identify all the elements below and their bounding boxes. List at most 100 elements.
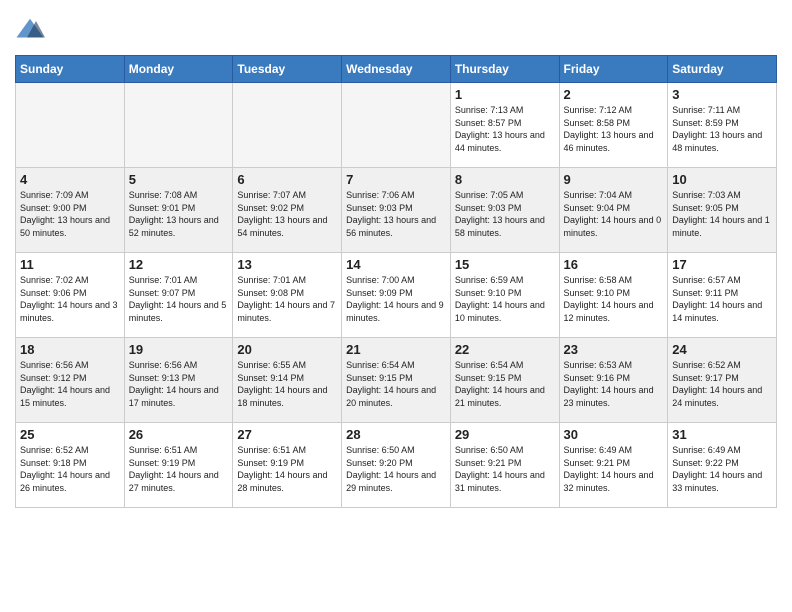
day-info: Sunrise: 6:49 AMSunset: 9:21 PMDaylight:… [564,444,664,494]
day-number: 31 [672,427,772,442]
day-info: Sunrise: 7:01 AMSunset: 9:08 PMDaylight:… [237,274,337,324]
day-info: Sunrise: 6:59 AMSunset: 9:10 PMDaylight:… [455,274,555,324]
day-info: Sunrise: 6:56 AMSunset: 9:12 PMDaylight:… [20,359,120,409]
calendar-cell: 15 Sunrise: 6:59 AMSunset: 9:10 PMDayligh… [450,253,559,338]
day-info: Sunrise: 7:09 AMSunset: 9:00 PMDaylight:… [20,189,120,239]
calendar-cell: 4 Sunrise: 7:09 AMSunset: 9:00 PMDaylight… [16,168,125,253]
day-info: Sunrise: 7:06 AMSunset: 9:03 PMDaylight:… [346,189,446,239]
calendar-cell: 6 Sunrise: 7:07 AMSunset: 9:02 PMDaylight… [233,168,342,253]
day-number: 7 [346,172,446,187]
calendar-cell: 11 Sunrise: 7:02 AMSunset: 9:06 PMDayligh… [16,253,125,338]
day-number: 27 [237,427,337,442]
calendar-cell: 23Sunrise: 6:53 AMSunset: 9:16 PMDayligh… [559,338,668,423]
calendar-cell: 19 Sunrise: 6:56 AMSunset: 9:13 PMDayligh… [124,338,233,423]
calendar-header-row: SundayMondayTuesdayWednesdayThursdayFrid… [16,56,777,83]
calendar-cell: 27 Sunrise: 6:51 AMSunset: 9:19 PMDayligh… [233,423,342,508]
day-number: 9 [564,172,664,187]
calendar-cell: 3 Sunrise: 7:11 AMSunset: 8:59 PMDaylight… [668,83,777,168]
day-number: 18 [20,342,120,357]
calendar-cell: 1 Sunrise: 7:13 AMSunset: 8:57 PMDaylight… [450,83,559,168]
day-info: Sunrise: 6:56 AMSunset: 9:13 PMDaylight:… [129,359,229,409]
day-header-monday: Monday [124,56,233,83]
day-info: Sunrise: 7:07 AMSunset: 9:02 PMDaylight:… [237,189,337,239]
day-info: Sunrise: 6:50 AMSunset: 9:21 PMDaylight:… [455,444,555,494]
day-number: 16 [564,257,664,272]
day-number: 20 [237,342,337,357]
day-number: 2 [564,87,664,102]
day-info: Sunrise: 6:53 AMSunset: 9:16 PMDaylight:… [564,359,664,409]
day-info: Sunrise: 7:04 AMSunset: 9:04 PMDaylight:… [564,189,664,239]
calendar-cell: 9 Sunrise: 7:04 AMSunset: 9:04 PMDaylight… [559,168,668,253]
day-number: 3 [672,87,772,102]
calendar-cell: 22 Sunrise: 6:54 AMSunset: 9:15 PMDayligh… [450,338,559,423]
calendar-cell: 16 Sunrise: 6:58 AMSunset: 9:10 PMDayligh… [559,253,668,338]
calendar-cell: 29 Sunrise: 6:50 AMSunset: 9:21 PMDayligh… [450,423,559,508]
day-info: Sunrise: 6:57 AMSunset: 9:11 PMDaylight:… [672,274,772,324]
calendar-cell: 2Sunrise: 7:12 AMSunset: 8:58 PMDaylight… [559,83,668,168]
day-info: Sunrise: 6:58 AMSunset: 9:10 PMDaylight:… [564,274,664,324]
calendar-week-2: 4 Sunrise: 7:09 AMSunset: 9:00 PMDaylight… [16,168,777,253]
day-header-wednesday: Wednesday [342,56,451,83]
day-number: 29 [455,427,555,442]
day-info: Sunrise: 6:51 AMSunset: 9:19 PMDaylight:… [129,444,229,494]
day-info: Sunrise: 7:11 AMSunset: 8:59 PMDaylight:… [672,104,772,154]
day-number: 25 [20,427,120,442]
calendar-cell: 30 Sunrise: 6:49 AMSunset: 9:21 PMDayligh… [559,423,668,508]
day-info: Sunrise: 6:51 AMSunset: 9:19 PMDaylight:… [237,444,337,494]
calendar-cell: 25 Sunrise: 6:52 AMSunset: 9:18 PMDayligh… [16,423,125,508]
calendar-cell [342,83,451,168]
day-number: 11 [20,257,120,272]
calendar-cell: 24Sunrise: 6:52 AMSunset: 9:17 PMDayligh… [668,338,777,423]
day-info: Sunrise: 6:55 AMSunset: 9:14 PMDaylight:… [237,359,337,409]
day-number: 19 [129,342,229,357]
calendar-cell: 18 Sunrise: 6:56 AMSunset: 9:12 PMDayligh… [16,338,125,423]
calendar-cell: 8 Sunrise: 7:05 AMSunset: 9:03 PMDaylight… [450,168,559,253]
day-info: Sunrise: 6:50 AMSunset: 9:20 PMDaylight:… [346,444,446,494]
calendar-cell: 14Sunrise: 7:00 AMSunset: 9:09 PMDayligh… [342,253,451,338]
calendar-cell [124,83,233,168]
day-number: 17 [672,257,772,272]
day-header-thursday: Thursday [450,56,559,83]
day-number: 4 [20,172,120,187]
calendar-cell: 10Sunrise: 7:03 AMSunset: 9:05 PMDayligh… [668,168,777,253]
logo [15,15,50,45]
day-header-sunday: Sunday [16,56,125,83]
calendar-week-1: 1 Sunrise: 7:13 AMSunset: 8:57 PMDaylight… [16,83,777,168]
calendar-cell: 12Sunrise: 7:01 AMSunset: 9:07 PMDayligh… [124,253,233,338]
calendar-week-5: 25 Sunrise: 6:52 AMSunset: 9:18 PMDayligh… [16,423,777,508]
calendar-cell: 26 Sunrise: 6:51 AMSunset: 9:19 PMDayligh… [124,423,233,508]
day-info: Sunrise: 6:54 AMSunset: 9:15 PMDaylight:… [455,359,555,409]
day-info: Sunrise: 7:05 AMSunset: 9:03 PMDaylight:… [455,189,555,239]
day-info: Sunrise: 7:00 AMSunset: 9:09 PMDaylight:… [346,274,446,324]
calendar-cell: 28 Sunrise: 6:50 AMSunset: 9:20 PMDayligh… [342,423,451,508]
calendar-cell: 5 Sunrise: 7:08 AMSunset: 9:01 PMDaylight… [124,168,233,253]
day-number: 6 [237,172,337,187]
calendar-cell [16,83,125,168]
calendar-week-3: 11 Sunrise: 7:02 AMSunset: 9:06 PMDayligh… [16,253,777,338]
day-header-tuesday: Tuesday [233,56,342,83]
day-info: Sunrise: 6:52 AMSunset: 9:18 PMDaylight:… [20,444,120,494]
calendar-cell: 13Sunrise: 7:01 AMSunset: 9:08 PMDayligh… [233,253,342,338]
day-number: 28 [346,427,446,442]
day-number: 1 [455,87,555,102]
day-number: 15 [455,257,555,272]
calendar-week-4: 18 Sunrise: 6:56 AMSunset: 9:12 PMDayligh… [16,338,777,423]
day-info: Sunrise: 7:08 AMSunset: 9:01 PMDaylight:… [129,189,229,239]
calendar-cell: 31Sunrise: 6:49 AMSunset: 9:22 PMDayligh… [668,423,777,508]
logo-icon [15,15,45,45]
day-info: Sunrise: 7:02 AMSunset: 9:06 PMDaylight:… [20,274,120,324]
day-number: 26 [129,427,229,442]
calendar-cell: 20 Sunrise: 6:55 AMSunset: 9:14 PMDayligh… [233,338,342,423]
day-number: 21 [346,342,446,357]
calendar-table: SundayMondayTuesdayWednesdayThursdayFrid… [15,55,777,508]
day-number: 22 [455,342,555,357]
day-number: 8 [455,172,555,187]
calendar-cell: 7 Sunrise: 7:06 AMSunset: 9:03 PMDaylight… [342,168,451,253]
day-number: 24 [672,342,772,357]
calendar-cell: 21Sunrise: 6:54 AMSunset: 9:15 PMDayligh… [342,338,451,423]
day-number: 30 [564,427,664,442]
day-info: Sunrise: 7:01 AMSunset: 9:07 PMDaylight:… [129,274,229,324]
calendar-cell [233,83,342,168]
day-number: 5 [129,172,229,187]
day-info: Sunrise: 7:13 AMSunset: 8:57 PMDaylight:… [455,104,555,154]
